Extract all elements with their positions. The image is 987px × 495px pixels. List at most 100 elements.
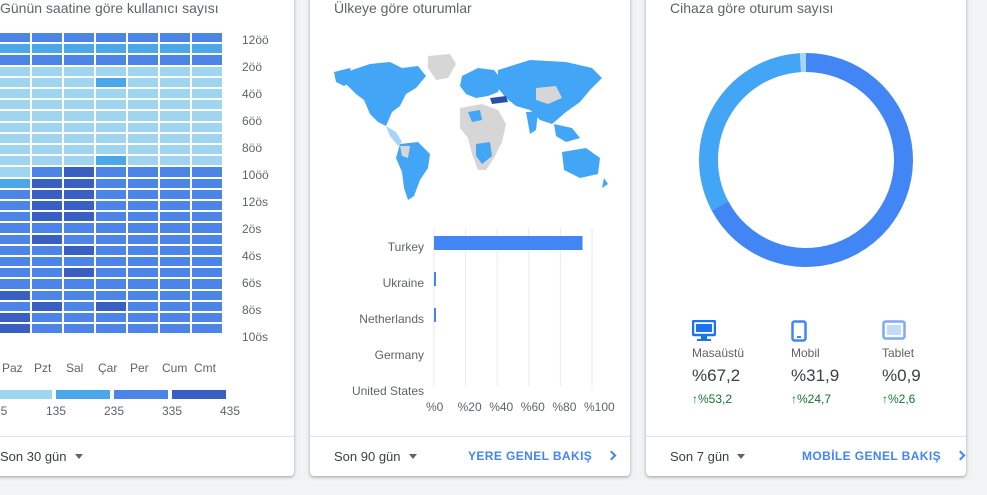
heatmap-cell bbox=[128, 89, 158, 99]
heatmap-cell bbox=[192, 44, 222, 54]
caret-down-icon bbox=[737, 454, 746, 459]
heatmap-cell bbox=[32, 290, 62, 300]
hour-label: 8ös bbox=[242, 303, 262, 317]
heatmap-cell bbox=[192, 178, 222, 188]
heatmap-cell bbox=[128, 156, 158, 166]
heatmap-cell bbox=[32, 133, 62, 143]
heatmap-cell bbox=[160, 66, 190, 76]
heatmap-cell bbox=[128, 212, 158, 222]
legend-value: 35 bbox=[0, 404, 8, 418]
map-nz bbox=[602, 178, 608, 188]
hour-label: 6öö bbox=[242, 114, 263, 128]
mobile-overview-link[interactable]: MOBİLE GENEL BAKIŞ bbox=[802, 449, 966, 463]
heatmap-cell bbox=[160, 145, 190, 155]
legend-value: 335 bbox=[162, 404, 183, 418]
heatmap-cell bbox=[32, 313, 62, 323]
geo-overview-link[interactable]: YERE GENEL BAKIŞ bbox=[468, 449, 617, 463]
donut-slice bbox=[699, 53, 802, 211]
device-change: ↑%2,6 bbox=[882, 392, 916, 406]
heatmap-cell bbox=[192, 156, 222, 166]
heatmap-cell bbox=[32, 33, 62, 43]
heatmap-cell bbox=[128, 145, 158, 155]
heatmap-cell bbox=[192, 290, 222, 300]
heatmap-cell bbox=[160, 279, 190, 289]
heatmap-cell bbox=[128, 201, 158, 211]
heatmap-cell bbox=[64, 234, 94, 244]
heatmap-cell bbox=[64, 257, 94, 267]
tablet-icon bbox=[882, 320, 921, 342]
heatmap-cell bbox=[64, 44, 94, 54]
heatmap-cell bbox=[64, 77, 94, 87]
heatmap-cell bbox=[160, 44, 190, 54]
heatmap-cell bbox=[32, 189, 62, 199]
country-bar bbox=[434, 308, 436, 322]
hour-label: 12ös bbox=[242, 195, 269, 209]
heatmap-cell bbox=[96, 201, 126, 211]
hour-label: 12öö bbox=[242, 33, 269, 47]
heatmap-cell bbox=[192, 212, 222, 222]
country-title: Ülkeye göre oturumlar bbox=[334, 0, 472, 16]
heatmap-cell bbox=[96, 167, 126, 177]
period-label: Son 7 gün bbox=[670, 449, 730, 464]
period-dropdown[interactable]: Son 30 gün bbox=[0, 449, 83, 464]
country-label: Turkey bbox=[387, 240, 424, 254]
heatmap-cell bbox=[96, 212, 126, 222]
heatmap-cell bbox=[64, 89, 94, 99]
heatmap-cell bbox=[192, 111, 222, 121]
heatmap-cell bbox=[160, 301, 190, 311]
heatmap-cell bbox=[160, 212, 190, 222]
heatmap-cell bbox=[96, 122, 126, 132]
mobile-icon bbox=[791, 320, 839, 342]
device-name: Tablet bbox=[882, 346, 915, 360]
x-tick-label: %100 bbox=[584, 400, 615, 414]
period-dropdown[interactable]: Son 7 gün bbox=[670, 449, 746, 464]
heatmap-cell bbox=[64, 55, 94, 65]
heatmap-cell bbox=[0, 301, 30, 311]
heatmap-cell bbox=[0, 212, 30, 222]
device-change: ↑%53,2 bbox=[692, 392, 733, 406]
heatmap-cell bbox=[32, 301, 62, 311]
heatmap-cell bbox=[64, 279, 94, 289]
heatmap-cell bbox=[192, 279, 222, 289]
heatmap-cell bbox=[160, 89, 190, 99]
heatmap-cell bbox=[32, 324, 62, 334]
period-label: Son 90 gün bbox=[334, 449, 401, 464]
hour-label: 6ös bbox=[242, 276, 262, 290]
heatmap-cell bbox=[128, 313, 158, 323]
country-label: United States bbox=[351, 384, 424, 398]
heatmap-cell bbox=[128, 257, 158, 267]
heatmap-cell bbox=[64, 313, 94, 323]
device-name: Mobil bbox=[791, 346, 820, 360]
legend-swatch bbox=[56, 390, 110, 399]
x-tick-label: %60 bbox=[520, 400, 545, 414]
map-europe bbox=[460, 68, 502, 98]
heatmap-cell bbox=[96, 33, 126, 43]
legend-swatch bbox=[114, 390, 168, 399]
hour-label: 10ös bbox=[242, 330, 269, 344]
heatmap-cell bbox=[0, 313, 30, 323]
heatmap-cell bbox=[160, 77, 190, 87]
heatmap-cell bbox=[64, 178, 94, 188]
heatmap-cell bbox=[96, 223, 126, 233]
heatmap-cell bbox=[64, 212, 94, 222]
world-map[interactable] bbox=[330, 50, 610, 210]
heatmap-cell bbox=[32, 66, 62, 76]
heatmap-cell bbox=[32, 111, 62, 121]
period-dropdown[interactable]: Son 90 gün bbox=[334, 449, 417, 464]
hour-label: 2öö bbox=[242, 60, 263, 74]
heatmap-cell bbox=[160, 167, 190, 177]
x-tick-label: %40 bbox=[489, 400, 514, 414]
heatmap-cell bbox=[64, 201, 94, 211]
heatmap-cell bbox=[192, 167, 222, 177]
day-label: Cum bbox=[162, 361, 188, 375]
heatmap-cell bbox=[0, 324, 30, 334]
legend-value: 135 bbox=[46, 404, 67, 418]
chevron-right-icon bbox=[606, 450, 617, 461]
heatmap-cell bbox=[96, 77, 126, 87]
heatmap-cell bbox=[128, 77, 158, 87]
heatmap-cell bbox=[192, 133, 222, 143]
map-central-america bbox=[386, 126, 402, 146]
device-donut-chart[interactable] bbox=[686, 40, 926, 280]
day-label: Per bbox=[130, 361, 149, 375]
heatmap-cell bbox=[160, 313, 190, 323]
